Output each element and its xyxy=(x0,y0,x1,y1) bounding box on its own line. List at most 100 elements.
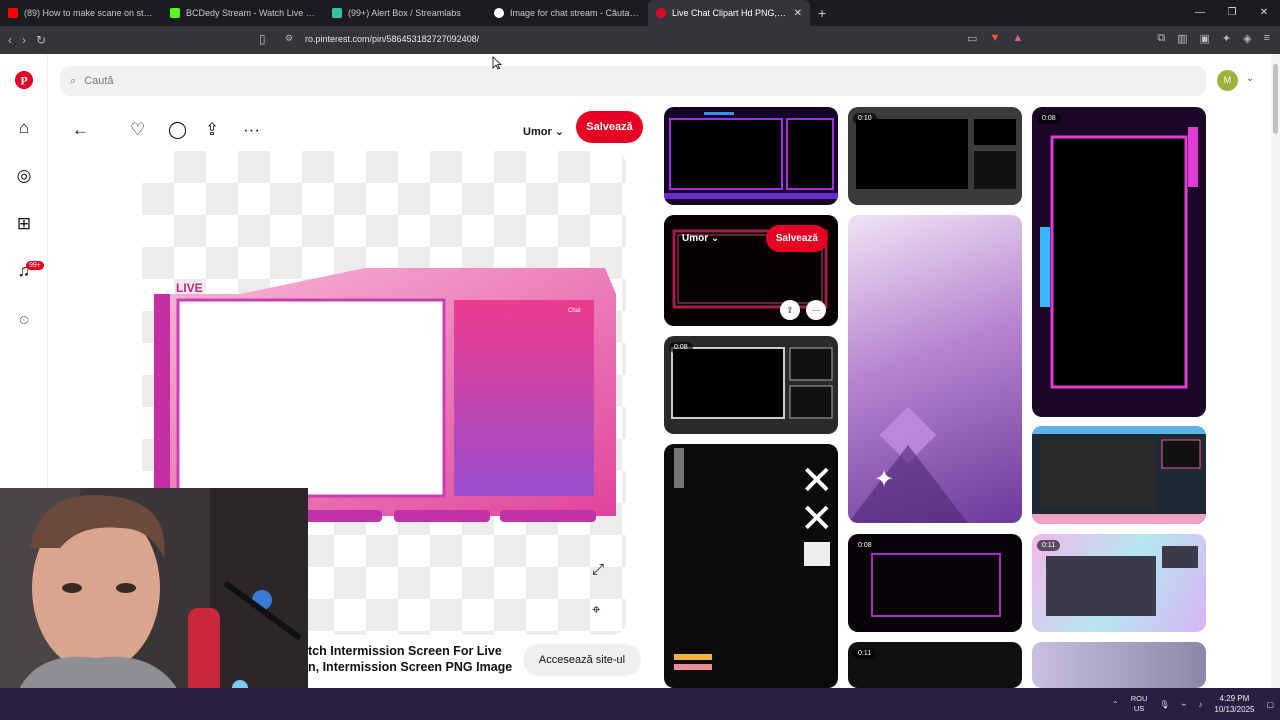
svg-text:P: P xyxy=(20,74,27,88)
kick-icon xyxy=(170,8,180,18)
new-tab-button[interactable]: + xyxy=(818,5,826,21)
grid-pin[interactable] xyxy=(1032,426,1206,524)
home-icon[interactable]: ⌂ xyxy=(14,118,34,138)
account-chevron-down-icon[interactable]: ⌄ xyxy=(1246,73,1254,84)
create-icon[interactable]: ⊞ xyxy=(14,214,34,234)
search-input[interactable]: ⌕ Caută xyxy=(60,66,1206,96)
grid-pin[interactable]: 0:11 xyxy=(1032,534,1206,632)
grid-pin-hovered[interactable]: Umor ⌄ Salvează ⇪ ··· xyxy=(664,215,838,326)
explore-icon[interactable]: ◎ xyxy=(14,166,34,186)
microphone-icon[interactable]: 🎙 xyxy=(1159,700,1169,709)
window-controls: — ❐ ✕ xyxy=(1184,0,1280,26)
network-icon[interactable]: ⌁ xyxy=(1182,700,1187,709)
tab-label: (89) How to make scane on streamlabs xyxy=(24,8,154,18)
bookmark-icon[interactable]: ▯ xyxy=(259,32,266,46)
svg-text:✦: ✦ xyxy=(874,465,894,493)
comment-icon[interactable]: ◯ xyxy=(168,120,187,140)
mouse-cursor-icon xyxy=(492,56,502,70)
site-info-icon[interactable]: ⚙ xyxy=(285,33,293,44)
volume-icon[interactable]: ♪ xyxy=(1198,700,1202,709)
heart-icon[interactable]: ♡ xyxy=(130,120,145,140)
save-button[interactable]: Salvează xyxy=(576,111,643,143)
overlay-chat-label: Chat xyxy=(568,308,581,314)
reload-icon[interactable]: ↻ xyxy=(36,33,46,47)
video-duration: 0:08 xyxy=(1037,113,1061,124)
address-bar[interactable]: ro.pinterest.com/pin/586453182727092408/ xyxy=(305,34,479,44)
tab-streamlabs[interactable]: (99+) Alert Box / Streamlabs xyxy=(324,0,486,26)
back-arrow-icon[interactable]: ← xyxy=(72,120,89,140)
tray-chevron-up-icon[interactable]: ⌃ xyxy=(1112,700,1119,709)
youtube-icon xyxy=(8,8,18,18)
video-duration: 0:11 xyxy=(853,648,877,659)
rewards-icon[interactable]: ▲ xyxy=(1012,32,1023,45)
tab-google[interactable]: Image for chat stream - Căutare Google xyxy=(486,0,648,26)
visual-search-icon[interactable]: ⌖ xyxy=(592,601,600,618)
brave-shield-icon[interactable]: ▼ xyxy=(989,32,1000,45)
close-tab-icon[interactable]: ✕ xyxy=(794,8,802,19)
grid-save-button[interactable]: Salvează xyxy=(765,225,828,252)
visit-site-button[interactable]: Accesează site-ul xyxy=(523,644,641,676)
grid-pin[interactable] xyxy=(1032,642,1206,688)
menu-icon[interactable]: ≡ xyxy=(1264,32,1270,45)
grid-more-icon[interactable]: ··· xyxy=(806,300,826,320)
expand-icon[interactable]: ⤢ xyxy=(592,561,604,578)
grid-pin[interactable]: ✦ xyxy=(848,215,1022,523)
clock-time: 4:29 PM xyxy=(1219,694,1250,703)
sidebar-icon[interactable]: ▥ xyxy=(1177,32,1187,45)
leo-icon[interactable]: ✦ xyxy=(1222,32,1231,45)
toolbar-icons: ▭ ▼ ▲ ⧉ ▥ ▣ ✦ ◈ ≡ xyxy=(967,32,1270,45)
grid-pin[interactable] xyxy=(664,107,838,205)
live-overlay-frame-image: LIVE Chat xyxy=(154,268,616,522)
scrollbar-thumb[interactable] xyxy=(1273,64,1278,134)
language-indicator[interactable]: ROU US xyxy=(1131,694,1148,714)
tab-youtube[interactable]: (89) How to make scane on streamlabs xyxy=(0,0,162,26)
grid-pin[interactable]: 0:08 xyxy=(664,336,838,434)
tab-label: Image for chat stream - Căutare Google xyxy=(510,8,640,18)
more-icon[interactable]: ··· xyxy=(243,120,260,140)
tab-kick[interactable]: BCDedy Stream - Watch Live on Kick xyxy=(162,0,324,26)
grid-pin[interactable]: 0:08 xyxy=(1032,107,1206,417)
search-placeholder: Caută xyxy=(84,75,114,87)
clock-date: 10/13/2025 xyxy=(1214,705,1255,714)
grid-board-name: Umor xyxy=(682,233,709,244)
tab-label: BCDedy Stream - Watch Live on Kick xyxy=(186,8,316,18)
overlay-live-label: LIVE xyxy=(176,281,203,295)
vpn-icon[interactable]: ◈ xyxy=(1243,32,1251,45)
pinterest-logo-icon[interactable]: P xyxy=(14,71,34,91)
grid-share-icon[interactable]: ⇪ xyxy=(780,300,800,320)
maximize-icon[interactable]: ❐ xyxy=(1216,0,1248,26)
video-duration: 0:11 xyxy=(1037,540,1061,551)
board-selector[interactable]: Umor ⌄ xyxy=(523,125,564,138)
grid-pin[interactable]: 0:10 xyxy=(848,107,1022,205)
back-icon[interactable]: ‹ xyxy=(8,33,12,47)
close-window-icon[interactable]: ✕ xyxy=(1248,0,1280,26)
grid-board-selector[interactable]: Umor ⌄ xyxy=(682,233,719,244)
search-icon: ⌕ xyxy=(70,74,77,87)
extensions-icon[interactable]: ⧉ xyxy=(1157,32,1165,45)
cast-icon[interactable]: ▭ xyxy=(967,32,977,45)
page-scrollbar[interactable] xyxy=(1271,54,1280,688)
streamlabs-icon xyxy=(332,8,342,18)
share-icon[interactable]: ⇪ xyxy=(205,120,219,140)
tab-label: Live Chat Clipart Hd PNG, Twitch xyxy=(672,8,788,18)
system-clock[interactable]: 4:29 PM 10/13/2025 xyxy=(1214,693,1254,715)
grid-pin[interactable]: 0:11 xyxy=(848,642,1022,688)
system-tray: ⌃ ROU US 🎙 ⌁ ♪ 4:29 PM 10/13/2025 ▢ xyxy=(1112,688,1274,720)
video-duration: 0:08 xyxy=(669,342,693,353)
forward-icon[interactable]: › xyxy=(22,33,26,47)
video-duration: 0:08 xyxy=(853,540,877,551)
google-icon xyxy=(494,8,504,18)
browser-toolbar: ‹ › ↻ ▯ ⚙ ro.pinterest.com/pin/586453182… xyxy=(0,26,1280,54)
pinterest-icon xyxy=(656,8,666,18)
browser-tab-bar: (89) How to make scane on streamlabs BCD… xyxy=(0,0,1280,26)
grid-pin[interactable]: ✕ ✕ xyxy=(664,444,838,688)
minimize-icon[interactable]: — xyxy=(1184,0,1216,26)
notification-center-icon[interactable]: ▢ xyxy=(1266,700,1274,709)
messages-icon[interactable]: ◌ xyxy=(14,310,34,330)
avatar[interactable]: M xyxy=(1217,70,1238,91)
svg-text:✕: ✕ xyxy=(800,496,834,542)
grid-pin[interactable]: 0:08 xyxy=(848,534,1022,632)
tab-pinterest[interactable]: Live Chat Clipart Hd PNG, Twitch ✕ xyxy=(648,0,810,26)
video-duration: 0:10 xyxy=(853,113,877,124)
wallet-icon[interactable]: ▣ xyxy=(1199,32,1209,45)
